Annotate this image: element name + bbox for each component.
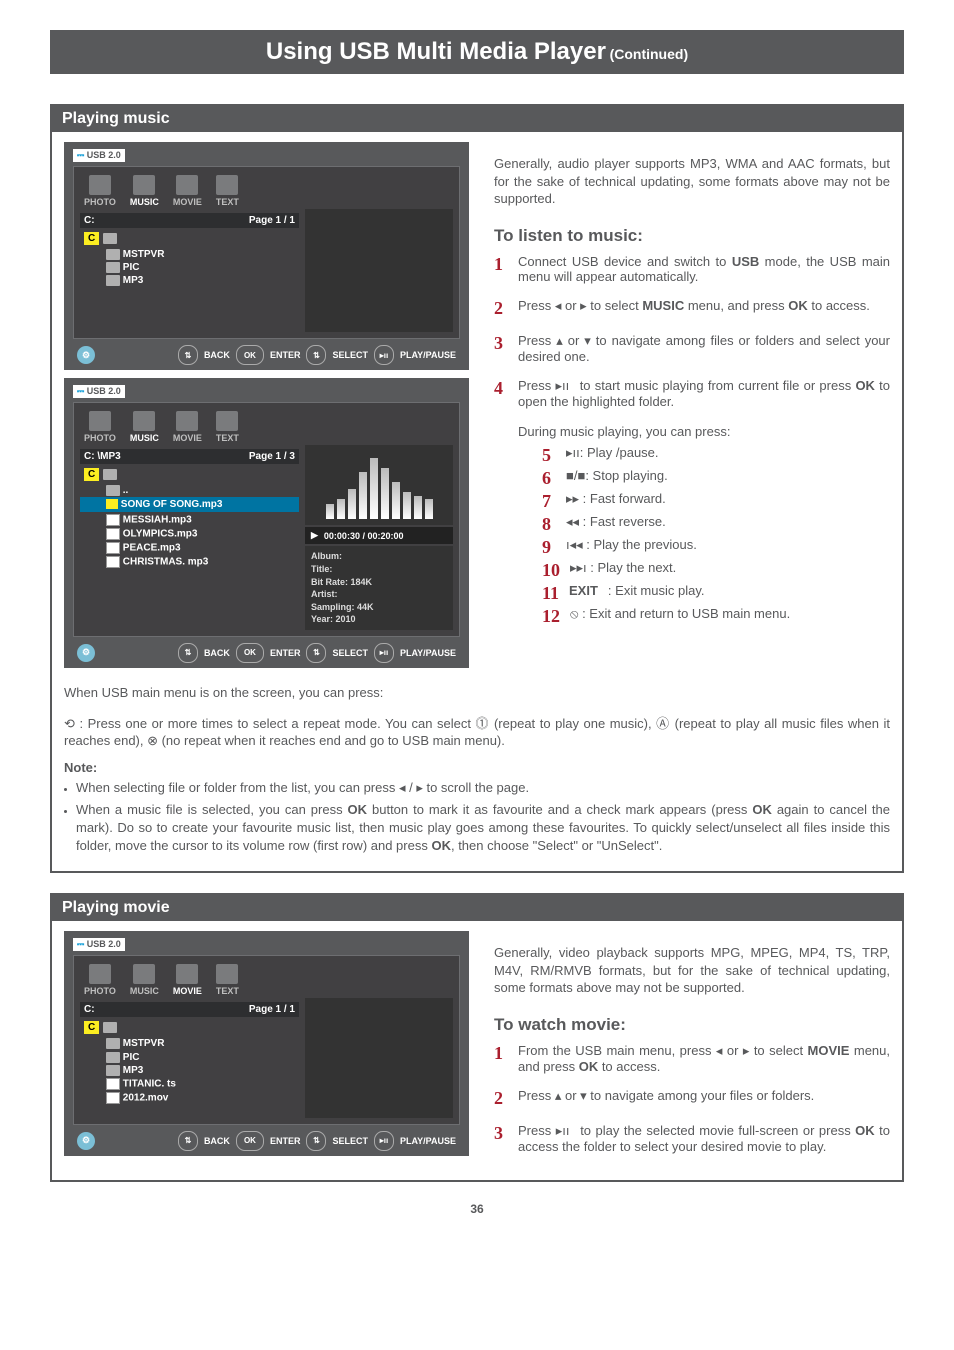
folder-icon <box>103 233 117 244</box>
check-icon <box>106 499 118 509</box>
folder-icon <box>103 469 117 480</box>
page-number: 36 <box>50 1202 904 1216</box>
gear-icon: ⚙ <box>77 346 95 364</box>
playing-music-section: Playing music ⎓ USB 2.0 PHOTO MUSIC MOVI… <box>50 104 904 873</box>
playpause-icon: ▸ıı <box>374 643 394 663</box>
usb-badge: ⎓ USB 2.0 <box>73 385 125 398</box>
gear-icon: ⚙ <box>77 1132 95 1150</box>
updown-icon: ⇅ <box>306 643 326 663</box>
file-icon <box>106 1078 120 1090</box>
manual-page: Using USB Multi Media Player (Continued)… <box>0 0 954 1350</box>
file-icon <box>106 528 120 540</box>
page-title-bar: Using USB Multi Media Player (Continued) <box>50 30 904 74</box>
usb-badge: ⎓ USB 2.0 <box>73 149 125 162</box>
folder-icon <box>106 275 120 286</box>
music-steps: Connect USB device and switch to USB mod… <box>494 254 890 639</box>
updown-icon: ⇅ <box>178 1131 198 1151</box>
music-icon <box>133 964 155 984</box>
page-title-continued: (Continued) <box>610 46 689 62</box>
repeat-modes: ⟲ : Press one or more times to select a … <box>64 715 890 750</box>
play-time: ▶00:00:30 / 00:20:00 <box>305 527 453 544</box>
movie-icon <box>176 175 198 195</box>
hint-bar: ⚙ ⇅BACK OKENTER ⇅SELECT ▸ııPLAY/PAUSE <box>73 345 460 365</box>
listen-heading: To listen to music: <box>494 226 890 246</box>
music-header: Playing music <box>52 106 902 132</box>
gear-icon: ⚙ <box>77 644 95 662</box>
usb-badge: ⎓ USB 2.0 <box>73 938 125 951</box>
music-icon <box>133 411 155 431</box>
photo-icon <box>89 175 111 195</box>
text-icon <box>216 411 238 431</box>
media-tabs: PHOTO MUSIC MOVIE TEXT <box>80 173 453 209</box>
music-screenshot-browser: ⎓ USB 2.0 PHOTO MUSIC MOVIE TEXT C:Page … <box>64 142 469 370</box>
updown-icon: ⇅ <box>178 643 198 663</box>
folder-icon <box>106 262 120 273</box>
note-header: Note: <box>64 760 890 775</box>
text-icon <box>216 964 238 984</box>
hint-bar: ⚙ ⇅BACK OKENTER ⇅SELECT ▸ııPLAY/PAUSE <box>73 643 460 663</box>
media-tabs: PHOTO MUSIC MOVIE TEXT <box>80 409 453 445</box>
movie-icon <box>176 411 198 431</box>
page-title: Using USB Multi Media Player <box>266 38 606 65</box>
movie-steps: From the USB main menu, press ◂ or ▸ to … <box>494 1043 890 1154</box>
file-icon <box>106 556 120 568</box>
folder-icon <box>106 249 120 260</box>
watch-heading: To watch movie: <box>494 1015 890 1035</box>
updown-icon: ⇅ <box>306 1131 326 1151</box>
music-icon <box>133 175 155 195</box>
movie-screenshot: ⎓ USB 2.0 PHOTO MUSIC MOVIE TEXT C:Page … <box>64 931 469 1155</box>
ok-icon: OK <box>236 643 264 663</box>
ok-icon: OK <box>236 345 264 365</box>
music-intro: Generally, audio player supports MP3, WM… <box>494 155 890 208</box>
folder-icon <box>106 1038 120 1049</box>
movie-intro: Generally, video playback supports MPG, … <box>494 944 890 997</box>
photo-icon <box>89 411 111 431</box>
playback-controls: ▸ıı: Play /pause. ■/■: Stop playing. ▸▸ … <box>542 445 890 627</box>
folder-icon <box>106 1065 120 1076</box>
file-icon <box>106 1092 120 1104</box>
hint-bar: ⚙ ⇅BACK OKENTER ⇅SELECT ▸ııPLAY/PAUSE <box>73 1131 460 1151</box>
repeat-intro: When USB main menu is on the screen, you… <box>64 684 890 702</box>
file-icon <box>106 514 120 526</box>
music-notes: When selecting file or folder from the l… <box>64 779 890 856</box>
track-metadata: Album: Title: Bit Rate: 184K Artist: Sam… <box>305 546 453 630</box>
media-tabs: PHOTO MUSIC MOVIE TEXT <box>80 962 453 998</box>
playing-movie-section: Playing movie ⎓ USB 2.0 PHOTO MUSIC MOVI… <box>50 893 904 1182</box>
playpause-icon: ▸ıı <box>374 1131 394 1151</box>
music-screenshot-playing: ⎓ USB 2.0 PHOTO MUSIC MOVIE TEXT C: \MP3… <box>64 378 469 668</box>
folder-icon <box>103 1022 117 1033</box>
ok-icon: OK <box>236 1131 264 1151</box>
updown-icon: ⇅ <box>306 345 326 365</box>
file-icon <box>106 542 120 554</box>
folder-icon <box>106 485 120 496</box>
equalizer <box>305 445 453 525</box>
playpause-icon: ▸ıı <box>374 345 394 365</box>
folder-icon <box>106 1052 120 1063</box>
updown-icon: ⇅ <box>178 345 198 365</box>
movie-header: Playing movie <box>52 895 902 921</box>
photo-icon <box>89 964 111 984</box>
text-icon <box>216 175 238 195</box>
movie-icon <box>176 964 198 984</box>
